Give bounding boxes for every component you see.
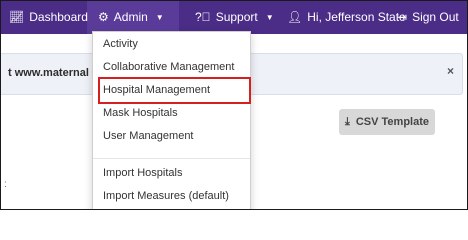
menu-item-import-hospitals[interactable]: Import Hospitals xyxy=(103,164,182,182)
download-icon: ⤓ xyxy=(344,116,350,128)
nav-signout[interactable]: ⇥ Sign Out xyxy=(397,1,459,34)
chevron-down-icon: ▼ xyxy=(265,13,274,22)
top-navbar: 📈︎ Dashboard ⚙ Admin ▼ ?⃝ Support ▼ 👤︎ Hi, Jef… xyxy=(1,1,467,34)
stray-text: : xyxy=(4,179,7,190)
menu-item-user-management[interactable]: User Management xyxy=(103,127,194,145)
menu-item-collaborative-management[interactable]: Collaborative Management xyxy=(103,58,234,76)
admin-dropdown-menu: Activity Collaborative Management Hospit… xyxy=(92,31,251,209)
menu-divider xyxy=(93,158,250,159)
nav-admin[interactable]: ⚙ Admin ▼ xyxy=(98,1,164,34)
nav-admin-label: Admin xyxy=(113,10,148,24)
nav-dashboard-label: Dashboard xyxy=(29,10,88,24)
chevron-down-icon: ▼ xyxy=(155,13,164,22)
user-icon: 👤︎ xyxy=(287,10,303,24)
menu-item-import-measures[interactable]: Import Measures (default) xyxy=(103,187,229,205)
nav-support[interactable]: ?⃝ Support ▼ xyxy=(195,1,274,34)
csv-template-label: CSV Template xyxy=(355,116,430,128)
nav-user-label: Hi, Jefferson State xyxy=(307,10,406,24)
csv-template-button[interactable]: ⤓ CSV Template xyxy=(339,109,435,135)
nav-user[interactable]: 👤︎ Hi, Jefferson State xyxy=(287,1,406,34)
nav-dashboard[interactable]: 📈︎ Dashboard xyxy=(9,1,88,34)
question-circle-icon: ?⃝ xyxy=(195,10,211,24)
highlight-annotation-box xyxy=(98,77,251,104)
sign-out-icon: ⇥ xyxy=(397,10,408,24)
alert-text: t www.maternal xyxy=(8,67,89,79)
gear-icon: ⚙ xyxy=(98,10,109,24)
chart-area-icon: 📈︎ xyxy=(9,10,25,24)
menu-item-activity[interactable]: Activity xyxy=(103,35,138,53)
close-icon[interactable]: × xyxy=(447,64,454,78)
screenshot-frame: 📈︎ Dashboard ⚙ Admin ▼ ?⃝ Support ▼ 👤︎ Hi, Jef… xyxy=(0,0,468,210)
nav-support-label: Support xyxy=(215,10,258,24)
menu-item-mask-hospitals[interactable]: Mask Hospitals xyxy=(103,104,178,122)
nav-signout-label: Sign Out xyxy=(412,10,459,24)
